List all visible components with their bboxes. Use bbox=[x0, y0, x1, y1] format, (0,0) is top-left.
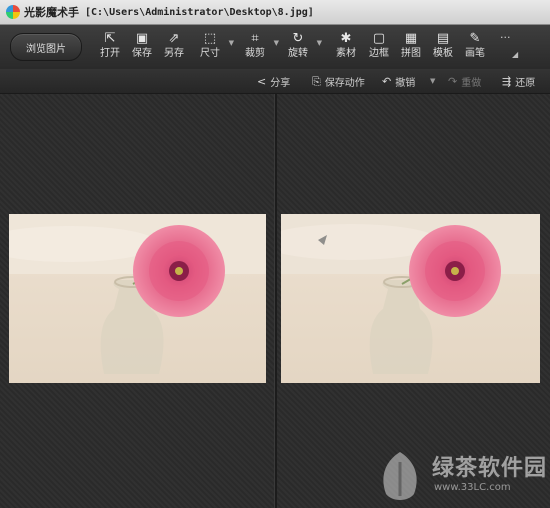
share-icon: < bbox=[257, 75, 267, 88]
restore-button[interactable]: ⇶ 还原 bbox=[502, 74, 535, 89]
save-button[interactable]: ▣ 保存 bbox=[127, 31, 157, 61]
crop-dropdown-icon[interactable]: ▼ bbox=[274, 39, 279, 47]
compare-divider[interactable] bbox=[274, 94, 277, 508]
rotate-button[interactable]: ↻ 旋转 ▼ bbox=[283, 31, 322, 61]
brush-icon: ✎ bbox=[469, 31, 481, 46]
watermark-url: www.33LC.com bbox=[434, 482, 511, 493]
site-watermark: 绿茶软件园 www.33LC.com bbox=[372, 448, 548, 504]
material-button[interactable]: ✱ 素材 bbox=[331, 31, 361, 61]
collapse-toolbar-icon[interactable]: ◢ bbox=[512, 50, 518, 59]
undo-button[interactable]: ↶ 撤销 bbox=[382, 74, 415, 89]
template-button[interactable]: ▤ 模板 bbox=[428, 31, 458, 61]
rotate-icon: ↻ bbox=[292, 31, 304, 46]
save-action-button[interactable]: ⎘ 保存动作 bbox=[312, 74, 365, 90]
collage-icon: ▦ bbox=[404, 31, 418, 46]
edited-photo bbox=[281, 214, 540, 383]
image-compare-canvas[interactable] bbox=[0, 94, 550, 508]
redo-icon: ↷ bbox=[448, 75, 458, 88]
border-icon: ▢ bbox=[372, 31, 386, 46]
undo-icon: ↶ bbox=[382, 75, 392, 88]
leaf-logo-icon bbox=[383, 452, 417, 500]
title-bar: 光影魔术手 [C:\Users\Administrator\Desktop\8.… bbox=[0, 0, 550, 25]
crop-button[interactable]: ⌗ 裁剪 ▼ bbox=[240, 31, 279, 61]
resize-button[interactable]: ⬚ 尺寸 ▼ bbox=[195, 31, 234, 61]
collage-button[interactable]: ▦ 拼图 bbox=[396, 31, 426, 61]
save-action-icon: ⎘ bbox=[312, 74, 321, 88]
redo-button[interactable]: ↷ 重做 bbox=[448, 74, 481, 89]
rotate-dropdown-icon[interactable]: ▼ bbox=[317, 39, 322, 47]
secondary-toolbar: < 分享 ⎘ 保存动作 ↶ 撤销 ▼ ↷ 重做 ⇶ 还原 bbox=[0, 69, 550, 94]
share-button[interactable]: < 分享 bbox=[257, 74, 290, 89]
resize-icon: ⬚ bbox=[203, 31, 217, 46]
template-icon: ▤ bbox=[436, 31, 450, 46]
material-icon: ✱ bbox=[340, 31, 352, 46]
resize-dropdown-icon[interactable]: ▼ bbox=[229, 39, 234, 47]
app-title: 光影魔术手 bbox=[24, 6, 79, 19]
undo-dropdown-icon[interactable]: ▼ bbox=[430, 77, 435, 85]
restore-icon: ⇶ bbox=[502, 75, 512, 88]
watermark-brand: 绿茶软件园 bbox=[432, 456, 548, 481]
open-icon: ⇱ bbox=[104, 31, 116, 46]
file-path: [C:\Users\Administrator\Desktop\8.jpg] bbox=[85, 6, 314, 18]
open-button[interactable]: ⇱ 打开 bbox=[95, 31, 125, 61]
brush-button[interactable]: ✎ 画笔 bbox=[460, 31, 490, 61]
browse-images-button[interactable]: 浏览图片 bbox=[10, 33, 82, 61]
crop-icon: ⌗ bbox=[251, 31, 259, 46]
border-button[interactable]: ▢ 边框 bbox=[364, 31, 394, 61]
more-tools-button[interactable]: ··· bbox=[500, 31, 511, 44]
save-icon: ▣ bbox=[135, 31, 149, 46]
app-logo-icon bbox=[6, 5, 20, 19]
save-as-icon: ⇗ bbox=[168, 31, 180, 46]
original-photo bbox=[9, 214, 266, 383]
save-as-button[interactable]: ⇗ 另存 bbox=[159, 31, 189, 61]
main-toolbar: 浏览图片 ⇱ 打开 ▣ 保存 ⇗ 另存 ⬚ 尺寸 ▼ ⌗ 裁剪 ▼ ↻ 旋转 ▼… bbox=[0, 25, 550, 69]
